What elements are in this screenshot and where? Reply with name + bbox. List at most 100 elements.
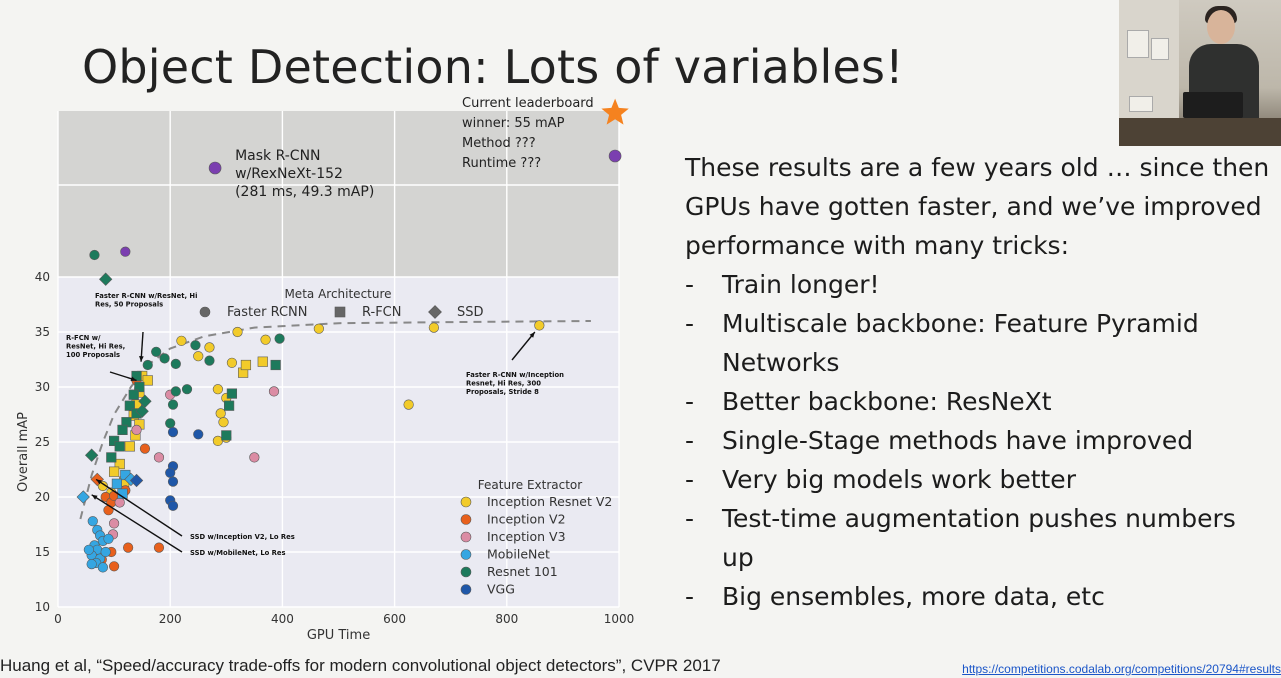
presenter-webcam	[1119, 0, 1281, 146]
data-point	[167, 399, 179, 410]
y-tick-label: 35	[35, 325, 50, 339]
bullet-item: - Train longer!	[685, 265, 1275, 304]
x-axis-label: GPU Time	[307, 628, 370, 643]
data-point	[100, 546, 111, 558]
data-point	[313, 323, 324, 334]
x-tick-label: 0	[54, 612, 62, 626]
data-point	[226, 388, 238, 399]
x-tick-label: 200	[159, 612, 182, 626]
data-point	[204, 342, 215, 353]
y-tick-label: 20	[35, 490, 50, 504]
bullet-marker: -	[685, 387, 695, 416]
data-point	[428, 322, 439, 333]
y-axis-label: Overall mAP	[16, 412, 31, 492]
x-tick-label: 600	[383, 612, 406, 626]
data-point	[270, 359, 281, 371]
bullet-marker: -	[685, 270, 695, 299]
data-point	[257, 356, 268, 367]
webcam-desk	[1119, 118, 1281, 146]
webcam-laptop	[1183, 92, 1243, 118]
data-point	[212, 384, 223, 395]
feature-legend-label: MobileNet	[487, 547, 550, 562]
data-point	[240, 359, 252, 371]
data-point	[142, 359, 153, 371]
bullet-item: - Multiscale backbone: Feature Pyramid Ne…	[685, 304, 1275, 382]
data-point	[108, 561, 120, 572]
bullet-text: Test-time augmentation pushes numbers up	[722, 504, 1236, 572]
data-point	[114, 441, 125, 452]
data-point	[260, 334, 271, 345]
data-point	[403, 399, 414, 410]
data-point	[159, 353, 170, 364]
feature-legend-label: Resnet 101	[487, 564, 558, 579]
data-point	[204, 355, 215, 366]
feature-legend-marker	[460, 584, 472, 595]
data-point	[139, 443, 151, 454]
citation: Huang et al, “Speed/accuracy trade-offs …	[0, 656, 721, 675]
data-point	[117, 424, 128, 436]
webcam-poster	[1127, 30, 1149, 58]
overlay-point	[608, 149, 622, 163]
data-point	[103, 533, 114, 544]
data-point	[83, 544, 94, 555]
data-point	[190, 340, 201, 351]
bullet-marker: -	[685, 465, 695, 494]
data-point	[167, 500, 179, 511]
data-point	[167, 476, 179, 487]
data-point	[226, 357, 238, 368]
data-point	[181, 384, 193, 395]
x-tick-label: 800	[495, 612, 518, 626]
meta-legend-marker	[199, 306, 211, 318]
data-point	[170, 386, 181, 397]
y-tick-label: 25	[35, 435, 50, 449]
data-point	[221, 430, 232, 441]
data-point	[232, 326, 243, 338]
bullet-list: - Train longer! - Multiscale backbone: Fea…	[685, 265, 1275, 616]
webcam-poster	[1129, 96, 1153, 112]
data-point	[120, 246, 131, 257]
data-point	[249, 452, 260, 463]
slide-title: Object Detection: Lots of variables!	[82, 40, 904, 94]
feature-legend-label: VGG	[487, 582, 515, 597]
meta-legend-label: Faster RCNN	[227, 305, 308, 320]
data-point	[268, 386, 280, 397]
y-tick-label: 15	[35, 545, 50, 559]
bullet-text: Big ensembles, more data, etc	[722, 582, 1105, 611]
data-point	[153, 542, 165, 553]
data-point	[193, 429, 204, 440]
bullet-text: Multiscale backbone: Feature Pyramid Net…	[722, 309, 1199, 377]
meta-legend-label: SSD	[457, 305, 484, 320]
bullet-marker: -	[685, 504, 695, 533]
data-point	[109, 466, 120, 477]
bullet-item: - Better backbone: ResNeXt	[685, 382, 1275, 421]
feature-legend-label: Inception V2	[487, 512, 566, 527]
data-point	[89, 249, 100, 261]
bullet-item: - Very big models work better	[685, 460, 1275, 499]
bullet-text: Single-Stage methods have improved	[722, 426, 1194, 455]
bullet-panel: These results are a few years old … sinc…	[685, 148, 1275, 616]
data-point	[218, 417, 229, 428]
results-link[interactable]: https://competitions.codalab.org/competi…	[962, 662, 1281, 676]
webcam-poster	[1151, 38, 1169, 60]
bullet-item: - Big ensembles, more data, etc	[685, 577, 1275, 616]
feature-legend-marker	[460, 514, 472, 525]
data-point	[124, 441, 135, 452]
x-tick-label: 1000	[604, 612, 635, 626]
data-point	[97, 562, 108, 573]
data-point	[128, 389, 139, 400]
data-point	[151, 346, 162, 357]
bullets-intro: These results are a few years old … sinc…	[685, 153, 1270, 260]
data-point	[131, 424, 142, 436]
chart-annotation: SSD w/Inception V2, Lo Res	[190, 533, 295, 541]
bullet-text: Very big models work better	[722, 465, 1076, 494]
meta-legend-marker	[334, 306, 346, 318]
meta-legend-title: Meta Architecture	[284, 287, 391, 301]
data-point	[170, 358, 181, 370]
speed-accuracy-chart: 0 200 400 600 800 1000 10 15 20 25 30 35 40 GPU Time O…	[16, 96, 635, 643]
overlay-point	[208, 161, 222, 175]
data-point	[165, 418, 176, 429]
bullet-item: - Test-time augmentation pushes numbers u…	[685, 499, 1275, 577]
y-tick-label: 30	[35, 380, 50, 394]
bullet-marker: -	[685, 582, 695, 611]
data-point	[224, 400, 235, 411]
